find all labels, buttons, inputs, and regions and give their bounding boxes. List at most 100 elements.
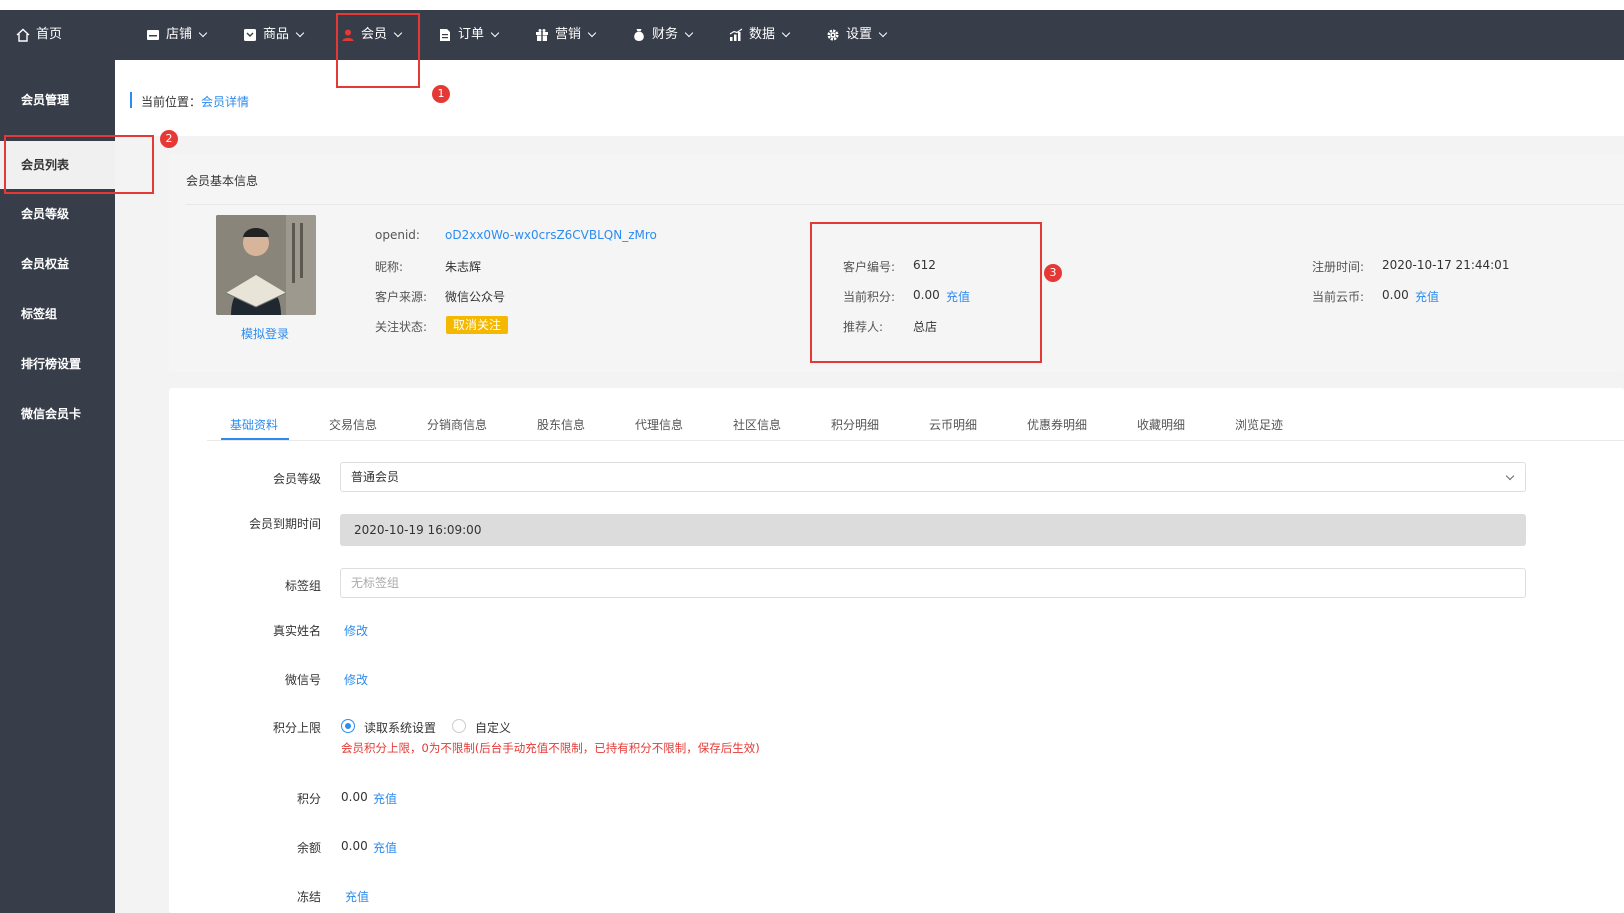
radio-custom[interactable] [452,719,466,733]
radio-system-setting-label[interactable]: 读取系统设置 [364,719,436,736]
simulate-login-link[interactable]: 模拟登录 [241,325,289,342]
nav-store[interactable]: 店铺 [146,10,208,60]
money-bag-icon [634,29,644,41]
active-tab-indicator [221,438,289,440]
divider [186,204,1624,205]
chevron-down-icon [684,28,694,38]
tab-community[interactable]: 社区信息 [733,416,781,433]
breadcrumb-prefix: 当前位置： [141,95,202,109]
breadcrumb: 当前位置：会员详情 [141,93,249,110]
goods-icon [244,29,256,41]
chevron-down-icon [781,28,791,38]
nav-settings[interactable]: 设置 [826,10,888,60]
radio-system-setting[interactable] [341,719,355,733]
sidebar-item-wechat-card[interactable]: 微信会员卡 [0,390,115,438]
balance-recharge-button[interactable]: 充值 [373,839,397,856]
follow-status-badge: 取消关注 [446,316,509,334]
tab-coins-detail[interactable]: 云币明细 [929,416,977,433]
order-icon [440,29,450,41]
annotation-number-1: 1 [432,85,450,103]
chevron-down-icon [490,28,500,38]
breadcrumb-marker [130,92,132,108]
points-limit-hint: 会员积分上限，0为不限制(后台手动充值不限制，已持有积分不限制，保存后生效) [341,741,760,755]
nav-data-label: 数据 [749,27,776,42]
real-name-label: 真实姓名 [272,624,321,638]
nav-home-label: 首页 [36,27,63,42]
radio-custom-label[interactable]: 自定义 [475,719,511,736]
nav-settings-label: 设置 [846,27,873,42]
tag-group-input[interactable] [341,569,1525,597]
real-name-edit-link[interactable]: 修改 [344,622,368,639]
nickname-label: 昵称: [375,260,404,274]
member-level-label: 会员等级 [272,472,321,486]
nav-goods-label: 商品 [263,27,290,42]
gear-icon [827,29,839,41]
tab-browse-history[interactable]: 浏览足迹 [1235,416,1283,433]
store-icon [147,30,159,40]
balance-label: 余额 [296,841,321,855]
chevron-down-icon [1505,471,1515,481]
home-icon [16,28,30,42]
tab-divider [207,440,1624,441]
wechat-id-edit-link[interactable]: 修改 [344,671,368,688]
tab-favorites-detail[interactable]: 收藏明细 [1137,416,1185,433]
openid-value[interactable]: oD2xx0Wo-wx0crsZ6CVBLQN_zMro [445,228,657,242]
tab-transactions[interactable]: 交易信息 [329,416,377,433]
annotation-number-2: 2 [160,130,178,148]
reg-time-value: 2020-10-17 21:44:01 [1382,258,1510,272]
chevron-down-icon [198,28,208,38]
sidebar-item-member-rights[interactable]: 会员权益 [0,240,115,288]
tab-coupons-detail[interactable]: 优惠券明细 [1027,416,1087,433]
sidebar-item-member-level[interactable]: 会员等级 [0,190,115,238]
balance-value: 0.00 [341,839,368,853]
avatar [216,215,316,315]
annotation-box-1 [336,13,420,88]
sidebar-item-ranking-settings[interactable]: 排行榜设置 [0,340,115,388]
annotation-box-3 [810,222,1042,363]
chart-icon [729,28,743,41]
nav-home[interactable]: 首页 [16,10,62,60]
gift-icon [536,29,548,41]
nav-finance-label: 财务 [652,27,679,42]
points-limit-label: 积分上限 [272,721,321,735]
nav-order-label: 订单 [458,27,485,42]
nav-data[interactable]: 数据 [729,10,791,60]
nav-order[interactable]: 订单 [438,10,500,60]
tab-points-detail[interactable]: 积分明细 [831,416,879,433]
breadcrumb-current[interactable]: 会员详情 [201,95,249,109]
nav-marketing[interactable]: 营销 [535,10,597,60]
points-value: 0.00 [341,790,368,804]
openid-label: openid: [375,228,420,242]
tab-basic-info[interactable]: 基础资料 [230,416,278,433]
avatar-image [216,215,316,315]
nav-finance[interactable]: 财务 [632,10,694,60]
nav-marketing-label: 营销 [555,27,582,42]
basic-info-title: 会员基本信息 [186,174,259,188]
wechat-id-label: 微信号 [284,673,321,687]
chevron-down-icon [587,28,597,38]
freeze-label: 冻结 [296,890,321,904]
follow-status-label: 关注状态: [375,320,428,334]
coins-label: 当前云币: [1312,290,1365,304]
tab-agent[interactable]: 代理信息 [635,416,683,433]
reg-time-label: 注册时间: [1312,260,1365,274]
tag-group-label: 标签组 [284,579,321,593]
tab-shareholder[interactable]: 股东信息 [537,416,585,433]
top-strip [0,0,1624,10]
expire-time-field: 2020-10-19 16:09:00 [340,514,1526,546]
sidebar-item-member-management[interactable]: 会员管理 [0,76,115,124]
freeze-recharge-button[interactable]: 充值 [345,888,369,905]
source-value: 微信公众号 [445,290,506,304]
points-recharge-button[interactable]: 充值 [373,790,397,807]
nickname-value: 朱志辉 [445,260,482,274]
member-level-select[interactable]: 普通会员 [340,462,1526,492]
coins-recharge-link[interactable]: 充值 [1415,288,1439,305]
chevron-down-icon [878,28,888,38]
source-label: 客户来源: [375,290,428,304]
sidebar-item-tag-group[interactable]: 标签组 [0,290,115,338]
points-label: 积分 [296,792,321,806]
tab-distributor[interactable]: 分销商信息 [427,416,487,433]
annotation-number-3: 3 [1044,264,1062,282]
top-nav-bar: 首页 店铺 商品 会员 订单 营销 财务 数据 设置 [0,10,1624,60]
nav-goods[interactable]: 商品 [243,10,305,60]
